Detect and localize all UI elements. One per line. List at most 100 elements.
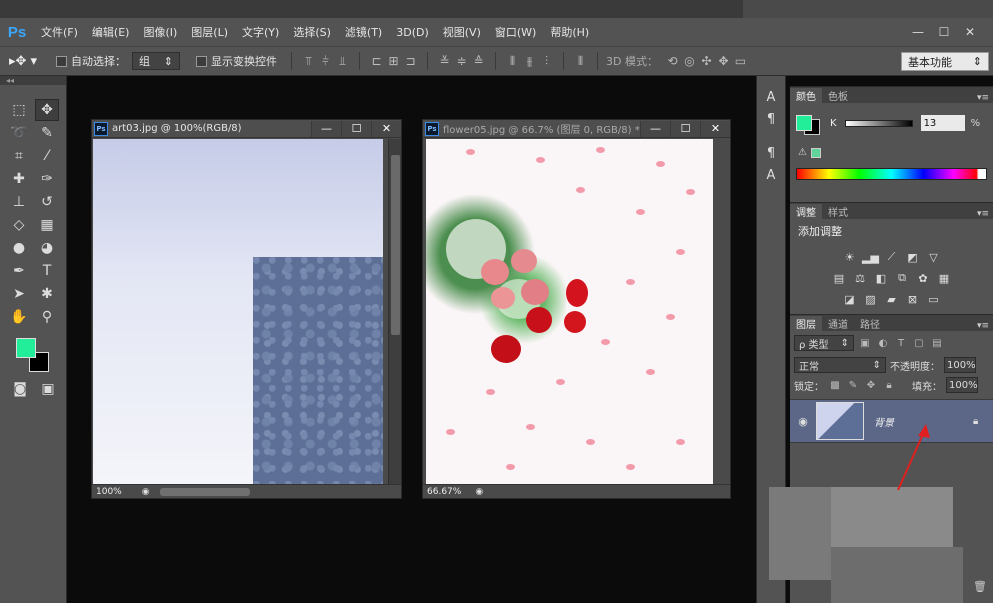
- camera-3d-icon[interactable]: ▭: [732, 53, 749, 70]
- color-spectrum[interactable]: [796, 168, 987, 180]
- blend-mode-dropdown[interactable]: 正常 ⇕: [794, 357, 886, 373]
- tab-paths[interactable]: 路径: [854, 316, 886, 331]
- distribute-bottom-icon[interactable]: ≙: [470, 53, 487, 70]
- fill-input[interactable]: 100%: [946, 377, 978, 393]
- menu-type[interactable]: 文字(Y): [235, 18, 286, 46]
- canvas-flower05[interactable]: [426, 139, 713, 484]
- doc-minimize-button[interactable]: —: [640, 120, 670, 137]
- doc-close-button[interactable]: ✕: [371, 120, 401, 137]
- menu-select[interactable]: 选择(S): [286, 18, 338, 46]
- workspace-dropdown[interactable]: 基本功能 ⇕: [901, 52, 989, 71]
- move-tool-preset-icon[interactable]: ▸✥ ▾: [0, 54, 46, 69]
- align-hcenter-icon[interactable]: ⊞: [385, 53, 402, 70]
- roll-3d-icon[interactable]: ◎: [681, 53, 698, 70]
- menu-image[interactable]: 图像(I): [136, 18, 184, 46]
- eye-icon[interactable]: ◉: [790, 415, 816, 428]
- vibrance-icon[interactable]: ▽: [926, 250, 942, 264]
- doc-maximize-button[interactable]: ☐: [341, 120, 371, 137]
- auto-align-icon[interactable]: ⦀: [572, 53, 589, 70]
- type-filter-icon[interactable]: T: [894, 338, 908, 349]
- scrollbar-thumb[interactable]: [391, 155, 400, 335]
- lasso-tool-icon[interactable]: ➰: [7, 122, 31, 144]
- character-panel-icon[interactable]: A: [757, 86, 785, 108]
- slide-3d-icon[interactable]: ✥: [715, 53, 732, 70]
- document-title-bar[interactable]: Ps flower05.jpg @ 66.7% (图层 0, RGB/8) * …: [423, 120, 730, 138]
- minimize-button[interactable]: —: [907, 23, 929, 41]
- paragraph-styles-icon[interactable]: ¶: [757, 142, 785, 164]
- blur-tool-icon[interactable]: ●: [7, 237, 31, 259]
- levels-icon[interactable]: ▂▅: [862, 250, 879, 264]
- character-styles-icon[interactable]: A: [757, 164, 785, 186]
- document-window-flower05[interactable]: Ps flower05.jpg @ 66.7% (图层 0, RGB/8) * …: [422, 119, 731, 499]
- panel-foreground-swatch[interactable]: [796, 115, 812, 131]
- gradient-tool-icon[interactable]: ▦: [35, 214, 59, 236]
- strip-collapse-icon[interactable]: [757, 76, 785, 86]
- doc-close-button[interactable]: ✕: [700, 120, 730, 137]
- layer-thumbnail[interactable]: [816, 402, 864, 440]
- history-brush-tool-icon[interactable]: ↺: [35, 191, 59, 213]
- type-tool-icon[interactable]: T: [35, 260, 59, 282]
- smart-object-filter-icon[interactable]: ▤: [930, 338, 944, 349]
- align-bottom-icon[interactable]: ⫫: [334, 53, 351, 70]
- lock-pixels-icon[interactable]: ✎: [846, 380, 860, 391]
- tab-channels[interactable]: 通道: [822, 316, 854, 331]
- k-value-input[interactable]: 13: [920, 115, 965, 131]
- channel-mixer-icon[interactable]: ✿: [915, 271, 931, 285]
- tab-adjustments[interactable]: 调整: [790, 204, 822, 219]
- crop-tool-icon[interactable]: ⌗: [7, 145, 31, 167]
- shape-filter-icon[interactable]: ▢: [912, 338, 926, 349]
- lock-transparent-icon[interactable]: ▩: [828, 380, 842, 391]
- quick-select-tool-icon[interactable]: ✎: [35, 122, 59, 144]
- menu-filter[interactable]: 滤镜(T): [338, 18, 389, 46]
- invert-icon[interactable]: ◪: [842, 292, 858, 306]
- gradient-map-icon[interactable]: ▭: [926, 292, 942, 306]
- align-top-icon[interactable]: ⫪: [300, 53, 317, 70]
- menu-view[interactable]: 视图(V): [436, 18, 488, 46]
- selective-color-icon[interactable]: ⊠: [905, 292, 921, 306]
- paragraph-panel-icon[interactable]: ¶: [757, 108, 785, 130]
- menu-edit[interactable]: 编辑(E): [85, 18, 137, 46]
- status-menu-icon[interactable]: ◉: [142, 487, 150, 497]
- zoom-tool-icon[interactable]: ⚲: [35, 306, 59, 328]
- menu-window[interactable]: 窗口(W): [488, 18, 543, 46]
- gamut-color-swatch[interactable]: [810, 147, 821, 158]
- zoom-level[interactable]: 100%: [96, 487, 122, 497]
- quick-mask-icon[interactable]: ◙: [8, 378, 32, 400]
- distribute-top-icon[interactable]: ≚: [436, 53, 453, 70]
- marquee-tool-icon[interactable]: ⬚: [7, 99, 31, 121]
- orbit-3d-icon[interactable]: ⟲: [664, 53, 681, 70]
- color-lookup-icon[interactable]: ▦: [936, 271, 952, 285]
- foreground-color-swatch[interactable]: [16, 338, 36, 358]
- horizontal-scrollbar-thumb[interactable]: [159, 487, 250, 496]
- layer-filter-dropdown[interactable]: ρ 类型 ⇕: [794, 335, 854, 351]
- vertical-scrollbar[interactable]: [388, 139, 401, 484]
- auto-select-dropdown[interactable]: 组 ⇕: [132, 52, 180, 70]
- panel-menu-icon[interactable]: ▾≡: [977, 209, 993, 219]
- eyedropper-tool-icon[interactable]: ⁄: [35, 145, 59, 167]
- distribute-left-icon[interactable]: ⫴: [504, 53, 521, 70]
- color-balance-icon[interactable]: ⚖: [852, 271, 868, 285]
- distribute-right-icon[interactable]: ⫶: [538, 53, 555, 70]
- close-button[interactable]: ✕: [959, 23, 981, 41]
- custom-shape-tool-icon[interactable]: ✱: [35, 283, 59, 305]
- maximize-button[interactable]: ☐: [933, 23, 955, 41]
- color-swatches[interactable]: [14, 338, 54, 374]
- canvas-art03[interactable]: [93, 139, 383, 484]
- menu-help[interactable]: 帮助(H): [543, 18, 596, 46]
- auto-select-checkbox[interactable]: [56, 55, 67, 67]
- panel-menu-icon[interactable]: ▾≡: [977, 93, 993, 103]
- exposure-icon[interactable]: ◩: [905, 250, 921, 264]
- adjustment-filter-icon[interactable]: ◐: [876, 338, 890, 349]
- doc-minimize-button[interactable]: —: [311, 120, 341, 137]
- eraser-tool-icon[interactable]: ◇: [7, 214, 31, 236]
- tab-color[interactable]: 颜色: [790, 88, 822, 103]
- align-left-icon[interactable]: ⊏: [368, 53, 385, 70]
- status-menu-icon[interactable]: ◉: [475, 487, 483, 497]
- panel-collapse-icon[interactable]: ◂◂: [0, 76, 66, 85]
- dodge-tool-icon[interactable]: ◕: [35, 237, 59, 259]
- clone-stamp-tool-icon[interactable]: ⊥: [7, 191, 31, 213]
- posterize-icon[interactable]: ▨: [863, 292, 879, 306]
- pen-tool-icon[interactable]: ✒: [7, 260, 31, 282]
- menu-3d[interactable]: 3D(D): [389, 18, 436, 46]
- pan-3d-icon[interactable]: ✣: [698, 53, 715, 70]
